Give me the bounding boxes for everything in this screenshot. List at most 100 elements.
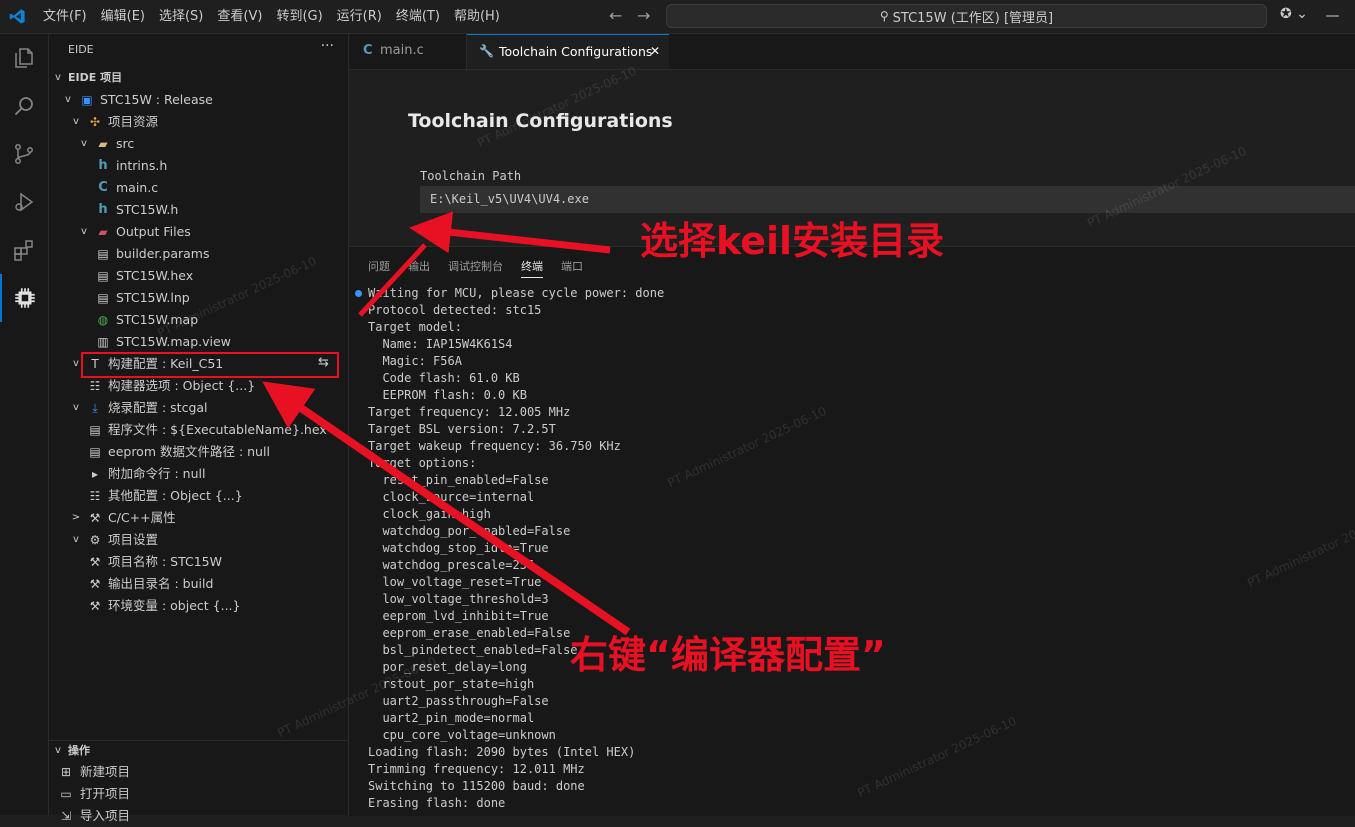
terminal-line: cpu_core_voltage=unknown xyxy=(368,728,556,742)
terminal-line: clock_gain=high xyxy=(368,507,491,521)
globe-icon: ◍ xyxy=(97,313,109,327)
section-title: EIDE 项目 xyxy=(68,71,123,84)
terminal-line: clock_source=internal xyxy=(368,490,535,504)
gear-icon: ⚙ xyxy=(89,533,101,547)
panel-tab[interactable]: 输出 xyxy=(408,258,430,278)
file-icon: ▤ xyxy=(89,445,101,459)
terminal-output[interactable]: Waiting for MCU, please cycle power: don… xyxy=(368,285,664,812)
tree-item[interactable]: ▤ eeprom 数据文件路径 : null xyxy=(49,441,348,463)
menu-item[interactable]: 选择(S) xyxy=(152,0,210,33)
tree-item[interactable]: Cmain.c xyxy=(49,177,348,199)
tree-item[interactable]: h STC15W.h xyxy=(49,199,348,221)
tree-item[interactable]: ▤ STC15W.lnp xyxy=(49,287,348,309)
terminal-line: Protocol detected: stc15 xyxy=(368,303,542,317)
menu-item[interactable]: 编辑(E) xyxy=(94,0,152,33)
close-icon[interactable]: ✕ xyxy=(650,35,660,68)
eide-chip-icon[interactable] xyxy=(0,274,48,322)
chevron-down-icon: v xyxy=(55,745,61,756)
toolchain-path-label: Toolchain Path xyxy=(420,169,522,183)
c-file-icon: C xyxy=(363,43,373,58)
more-actions-icon[interactable]: ··· xyxy=(321,38,334,54)
import-project-icon: ⇲ xyxy=(60,809,72,823)
section-eide-project[interactable]: v EIDE 项目 xyxy=(49,67,348,89)
extensions-icon[interactable] xyxy=(0,226,48,274)
menu-item[interactable]: 文件(F) xyxy=(36,0,94,33)
tree-item[interactable]: ▸ 附加命令行 : null xyxy=(49,463,348,485)
terminal-line: Trimming frequency: 12.011 MHz xyxy=(368,762,585,776)
terminal-line: Target BSL version: 7.2.5T xyxy=(368,422,556,436)
tree-item[interactable]: v ⤓ 烧录配置 : stcgal xyxy=(49,397,348,419)
minimize-button[interactable]: — xyxy=(1310,0,1355,33)
explorer-icon[interactable] xyxy=(0,34,48,82)
folder-icon: ▰ xyxy=(98,137,108,151)
tree-item[interactable]: ▥ STC15W.map.view xyxy=(49,331,348,353)
tree-item[interactable]: ☷ 其他配置 : Object {...} xyxy=(49,485,348,507)
tree-item-label: STC15W.h xyxy=(116,202,179,217)
wrench-icon: ⚒ xyxy=(89,511,101,525)
terminal-line: low_voltage_threshold=3 xyxy=(368,592,549,606)
tree-item[interactable]: v ✣ 项目资源 xyxy=(49,111,348,133)
wrench-icon: ⚒ xyxy=(89,555,101,569)
menu-item[interactable]: 帮助(H) xyxy=(447,0,507,33)
copilot-icon[interactable]: ✪ ⌄ xyxy=(1280,6,1308,22)
ops-item[interactable]: ⇲ 导入项目 xyxy=(49,805,348,827)
search-icon[interactable] xyxy=(0,82,48,130)
toolchain-path-input[interactable]: E:\Keil_v5\UV4\UV4.exe xyxy=(420,186,1355,213)
tree-item[interactable]: ⚒ 环境变量 : object {...} xyxy=(49,595,348,617)
tree-item-label: 项目资源 xyxy=(108,114,159,129)
menu-item[interactable]: 运行(R) xyxy=(330,0,389,33)
highlight-build-config-box xyxy=(81,352,339,378)
chevron-down-icon: v xyxy=(81,138,87,149)
terminal-line: Loading flash: 2090 bytes (Intel HEX) xyxy=(368,745,636,759)
panel-tab[interactable]: 调试控制台 xyxy=(448,258,503,278)
terminal-line: reset_pin_enabled=False xyxy=(368,473,549,487)
ops-item[interactable]: ▭ 打开项目 xyxy=(49,783,348,805)
tree-item-label: 项目设置 xyxy=(108,532,159,547)
eide-sidebar: EIDE ··· v EIDE 项目 v ▣ STC15W : Release v ✣ 项… xyxy=(49,34,349,823)
tab-main-c[interactable]: C main.c xyxy=(349,34,467,69)
tree-item[interactable]: v ⚙ 项目设置 xyxy=(49,529,348,551)
activity-bar xyxy=(0,34,49,815)
ops-item[interactable]: ⊞ 新建项目 xyxy=(49,761,348,783)
terminal-line: Waiting for MCU, please cycle power: don… xyxy=(368,286,665,300)
run-debug-icon[interactable] xyxy=(0,178,48,226)
back-arrow-icon[interactable]: ← xyxy=(609,6,622,25)
tree-item[interactable]: > ⚒ C/C++属性 xyxy=(49,507,348,529)
switch-compiler-icon[interactable]: ⇆ xyxy=(318,355,329,370)
section-ops[interactable]: v 操作 xyxy=(49,740,348,762)
tree-item[interactable]: v ▰ Output Files xyxy=(49,221,348,243)
forward-arrow-icon[interactable]: → xyxy=(637,6,650,25)
terminal-line: Code flash: 61.0 KB xyxy=(368,371,520,385)
tree-item-label: 项目名称 : STC15W xyxy=(108,554,222,569)
ops-item-label: 打开项目 xyxy=(80,786,131,801)
panel-tab[interactable]: 问题 xyxy=(368,258,390,278)
chevron-right-icon: > xyxy=(71,512,81,523)
tree-item[interactable]: ▤ 程序文件 : ${ExecutableName}.hex xyxy=(49,419,348,441)
tree-item[interactable]: v ▣ STC15W : Release xyxy=(49,89,348,111)
bottom-panel: 问题 输出 调试控制台 终端 端口 Waiting for MCU, please cy… xyxy=(349,246,1355,816)
tree-item[interactable]: ☷ 构建器选项 : Object {...} xyxy=(49,375,348,397)
source-control-icon[interactable] xyxy=(0,130,48,178)
terminal-line: Name: IAP15W4K61S4 xyxy=(368,337,513,351)
wrench-icon: 🔧 xyxy=(479,44,494,58)
menu-item[interactable]: 终端(T) xyxy=(389,0,447,33)
tree-item[interactable]: ⚒ 输出目录名 : build xyxy=(49,573,348,595)
menu-item[interactable]: 查看(V) xyxy=(210,0,269,33)
menu-item[interactable]: 转到(G) xyxy=(269,0,329,33)
project-icon: ▣ xyxy=(81,93,93,107)
chevron-down-icon: v xyxy=(73,402,79,413)
panel-tab[interactable]: 终端 xyxy=(521,258,543,278)
tree-item[interactable]: v ▰ src xyxy=(49,133,348,155)
wrench-icon: ⚒ xyxy=(89,599,101,613)
tree-item[interactable]: ⚒ 项目名称 : STC15W xyxy=(49,551,348,573)
ops-title: 操作 xyxy=(68,744,90,757)
ops-item-label: 导入项目 xyxy=(80,808,131,823)
tree-item[interactable]: h intrins.h xyxy=(49,155,348,177)
resources-icon: ✣ xyxy=(89,115,101,129)
file-icon: ▤ xyxy=(97,269,109,283)
panel-tab[interactable]: 端口 xyxy=(561,258,583,278)
terminal-line: Erasing flash: done xyxy=(368,796,506,810)
terminal-status-dot xyxy=(355,290,362,297)
tab-toolchain-configurations[interactable]: 🔧 Toolchain Configurations ✕ xyxy=(467,34,669,69)
command-center-search[interactable]: ⚲ STC15W (工作区) [管理员] xyxy=(666,4,1267,28)
